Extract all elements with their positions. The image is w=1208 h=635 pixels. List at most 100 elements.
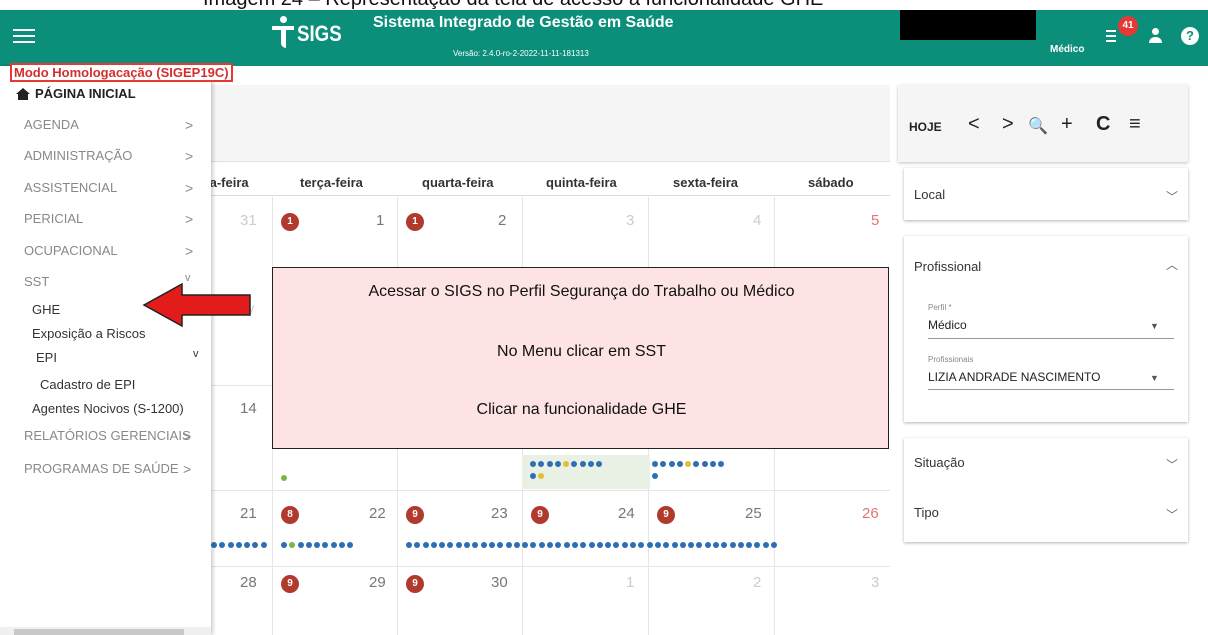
day-29[interactable]: 29	[369, 574, 386, 591]
day-21[interactable]: 21	[240, 505, 257, 522]
chevron-up-icon[interactable]: ︿	[1166, 256, 1178, 273]
day-31[interactable]: 31	[240, 212, 257, 229]
refresh-icon[interactable]: C	[1096, 113, 1110, 136]
home-icon	[16, 88, 30, 100]
chevron-right-icon: >	[185, 211, 194, 227]
event-dots	[281, 542, 356, 550]
chevron-down-icon[interactable]: ﹀	[1166, 456, 1178, 473]
chevron-right-icon: >	[185, 117, 194, 133]
sidebar-subitem-epi[interactable]: EPI	[36, 350, 57, 365]
day-3[interactable]: 3	[626, 212, 634, 229]
add-icon[interactable]: +	[1061, 113, 1073, 136]
redacted-user-box	[900, 10, 1036, 40]
event-dots	[406, 542, 779, 550]
day-3-next[interactable]: 3	[871, 574, 879, 591]
day-14[interactable]: 14	[240, 400, 257, 417]
day-25[interactable]: 25	[745, 505, 762, 522]
app-header: SIGS Sistema Integrado de Gestão em Saúd…	[0, 10, 1208, 66]
sidebar-item-administracao[interactable]: ADMINISTRAÇÃO	[24, 148, 132, 163]
weekday-sat: sábado	[808, 175, 854, 190]
search-icon[interactable]: 🔍	[1028, 116, 1048, 136]
perfil-select[interactable]: Médico	[928, 318, 967, 332]
sigs-logo: SIGS	[272, 12, 350, 56]
event-dots	[530, 461, 605, 469]
event-count-badge[interactable]: 9	[657, 506, 675, 524]
field-underline	[928, 389, 1174, 390]
event-count-badge[interactable]: 9	[531, 506, 549, 524]
instruction-line-1: Acessar o SIGS no Perfil Segurança do Tr…	[368, 283, 795, 300]
sidebar-item-sst[interactable]: SST	[24, 274, 49, 289]
sidebar-subitem-cadastro-epi[interactable]: Cadastro de EPI	[40, 377, 135, 392]
event-count-badge[interactable]: 9	[406, 506, 424, 524]
sidebar-item-agenda[interactable]: AGENDA	[24, 117, 79, 132]
day-30[interactable]: 30	[491, 574, 508, 591]
sidebar-item-programas[interactable]: PROGRAMAS DE SAÚDE	[24, 461, 179, 476]
weekday-wed: quarta-feira	[422, 175, 494, 190]
chevron-down-icon: ﹀	[1165, 190, 1178, 204]
event-dots	[211, 542, 269, 550]
grid-line	[200, 490, 890, 491]
event-count-badge[interactable]: 9	[406, 575, 424, 593]
event-count-badge[interactable]: 1	[281, 213, 299, 231]
day-4[interactable]: 4	[753, 212, 761, 229]
calendar-toolbar: HOJE < > 🔍 + C ≡	[898, 85, 1188, 162]
local-filter[interactable]: Local ﹀	[904, 168, 1188, 220]
grid-line	[200, 566, 890, 567]
dropdown-caret-icon[interactable]: ▼	[1150, 321, 1159, 331]
role-label[interactable]: Médico	[1050, 44, 1084, 55]
sidebar-item-relatorios[interactable]: RELATÓRIOS GERENCIAIS	[24, 428, 191, 443]
profissional-filter: Profissional ︿ Perfil * Médico Profissio…	[904, 236, 1188, 422]
dropdown-caret-icon[interactable]: ▼	[1150, 373, 1159, 383]
weekday-fri: sexta-feira	[673, 175, 739, 190]
version-text: Versão: 2.4.0-ro-2-2022-11-11-181313	[453, 49, 589, 58]
day-22[interactable]: 22	[369, 505, 386, 522]
help-icon[interactable]: ?	[1181, 27, 1199, 45]
event-count-badge[interactable]: 8	[281, 506, 299, 524]
user-icon[interactable]	[1148, 28, 1162, 44]
day-24[interactable]: 24	[618, 505, 635, 522]
sidebar-item-home[interactable]: PÁGINA INICIAL	[35, 86, 136, 101]
prev-icon[interactable]: <	[968, 113, 980, 136]
day-26[interactable]: 26	[862, 505, 879, 522]
sidebar-item-ocupacional[interactable]: OCUPACIONAL	[24, 243, 118, 258]
sidebar-subitem-exposicao[interactable]: Exposição a Riscos	[32, 326, 145, 341]
next-icon[interactable]: >	[1002, 113, 1014, 136]
field-underline	[928, 338, 1174, 339]
day-5[interactable]: 5	[871, 212, 879, 229]
instruction-line-2: No Menu clicar em SST	[497, 343, 666, 360]
day-2[interactable]: 2	[498, 212, 506, 229]
view-menu-icon[interactable]: ≡	[1129, 113, 1141, 136]
tasks-badge: 41	[1118, 16, 1138, 36]
today-button[interactable]: HOJE	[909, 120, 942, 134]
sidebar-subitem-agentes-nocivos[interactable]: Agentes Nocivos (S-1200)	[32, 401, 184, 416]
sidebar-item-pericial[interactable]: PERICIAL	[24, 211, 83, 226]
sidebar-scrollbar[interactable]	[0, 627, 211, 635]
chevron-right-icon: >	[185, 148, 194, 164]
day-28[interactable]: 28	[240, 574, 257, 591]
menu-icon[interactable]	[13, 26, 35, 46]
calendar-weekday-header: la-feira terça-feira quarta-feira quinta…	[200, 170, 890, 196]
event-dots	[530, 473, 547, 481]
sidebar-subitem-ghe[interactable]: GHE	[32, 302, 60, 317]
event-dots	[652, 473, 660, 481]
instruction-line-3: Clicar na funcionalidade GHE	[476, 401, 687, 418]
sidebar-item-assistencial[interactable]: ASSISTENCIAL	[24, 180, 117, 195]
system-title: Sistema Integrado de Gestão em Saúde	[373, 14, 674, 31]
profissionais-label: Profissionais	[928, 355, 974, 364]
chevron-down-icon[interactable]: ﹀	[1166, 506, 1178, 523]
day-23[interactable]: 23	[491, 505, 508, 522]
homologation-mode-label: Modo Homologacação (SIGEP19C)	[10, 63, 233, 82]
event-count-badge[interactable]: 9	[281, 575, 299, 593]
tipo-label[interactable]: Tipo	[914, 505, 939, 520]
situacao-label[interactable]: Situação	[914, 455, 965, 470]
profissionais-select[interactable]: LIZIA ANDRADE NASCIMENTO	[928, 370, 1100, 384]
day-1-next[interactable]: 1	[626, 574, 634, 591]
event-dots	[281, 475, 289, 483]
day-2-next[interactable]: 2	[753, 574, 761, 591]
weekday-tue: terça-feira	[300, 175, 363, 190]
day-1[interactable]: 1	[376, 212, 384, 229]
chevron-right-icon: >	[183, 428, 192, 444]
weekday-thu: quinta-feira	[546, 175, 617, 190]
event-dots	[652, 461, 727, 469]
event-count-badge[interactable]: 1	[406, 213, 424, 231]
